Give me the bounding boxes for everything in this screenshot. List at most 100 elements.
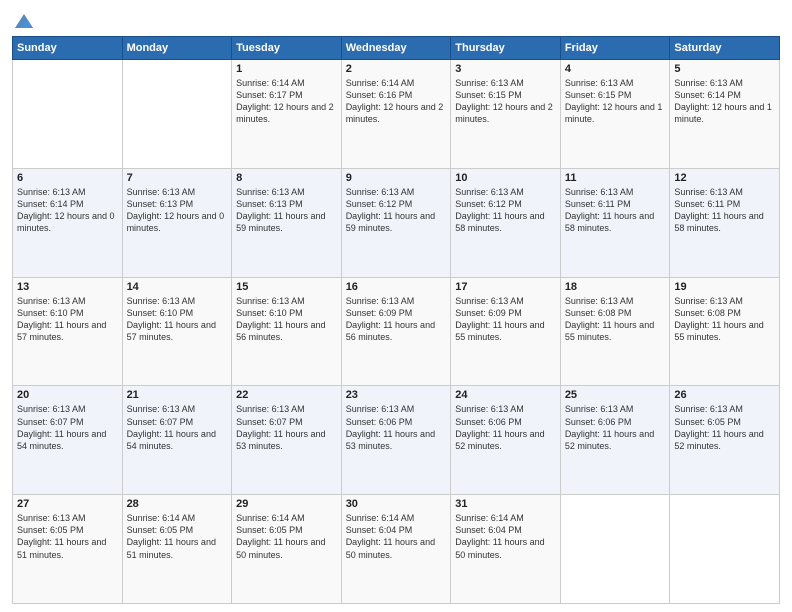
- day-info: Sunrise: 6:13 AMSunset: 6:05 PMDaylight:…: [17, 512, 118, 561]
- calendar-cell: 30 Sunrise: 6:14 AMSunset: 6:04 PMDayligh…: [341, 495, 451, 604]
- day-info: Sunrise: 6:13 AMSunset: 6:06 PMDaylight:…: [455, 403, 556, 452]
- calendar-cell: [122, 60, 232, 169]
- day-info: Sunrise: 6:13 AMSunset: 6:07 PMDaylight:…: [17, 403, 118, 452]
- day-info: Sunrise: 6:13 AMSunset: 6:09 PMDaylight:…: [346, 295, 447, 344]
- day-number: 4: [565, 63, 666, 75]
- day-of-week-header: Wednesday: [341, 37, 451, 60]
- day-number: 2: [346, 63, 447, 75]
- day-info: Sunrise: 6:14 AMSunset: 6:17 PMDaylight:…: [236, 77, 337, 126]
- calendar-cell: 20 Sunrise: 6:13 AMSunset: 6:07 PMDayligh…: [13, 386, 123, 495]
- calendar-week-row: 13Sunrise: 6:13 AMSunset: 6:10 PMDayligh…: [13, 277, 780, 386]
- calendar-cell: [560, 495, 670, 604]
- day-of-week-header: Monday: [122, 37, 232, 60]
- calendar-cell: 8Sunrise: 6:13 AMSunset: 6:13 PMDaylight…: [232, 168, 342, 277]
- calendar-week-row: 20 Sunrise: 6:13 AMSunset: 6:07 PMDayligh…: [13, 386, 780, 495]
- calendar-cell: 9 Sunrise: 6:13 AMSunset: 6:12 PMDaylight…: [341, 168, 451, 277]
- day-of-week-header: Sunday: [13, 37, 123, 60]
- day-info: Sunrise: 6:14 AMSunset: 6:05 PMDaylight:…: [127, 512, 228, 561]
- day-info: Sunrise: 6:13 AMSunset: 6:10 PMDaylight:…: [127, 295, 228, 344]
- day-info: Sunrise: 6:13 AMSunset: 6:10 PMDaylight:…: [17, 295, 118, 344]
- day-number: 11: [565, 172, 666, 184]
- day-info: Sunrise: 6:13 AMSunset: 6:07 PMDaylight:…: [127, 403, 228, 452]
- calendar-cell: 26Sunrise: 6:13 AMSunset: 6:05 PMDayligh…: [670, 386, 780, 495]
- day-info: Sunrise: 6:13 AMSunset: 6:12 PMDaylight:…: [346, 186, 447, 235]
- day-info: Sunrise: 6:13 AMSunset: 6:08 PMDaylight:…: [674, 295, 775, 344]
- calendar-cell: 14 Sunrise: 6:13 AMSunset: 6:10 PMDayligh…: [122, 277, 232, 386]
- calendar-cell: 24 Sunrise: 6:13 AMSunset: 6:06 PMDayligh…: [451, 386, 561, 495]
- calendar-week-row: 1Sunrise: 6:14 AMSunset: 6:17 PMDaylight…: [13, 60, 780, 169]
- day-number: 14: [127, 281, 228, 293]
- day-info: Sunrise: 6:13 AMSunset: 6:06 PMDaylight:…: [346, 403, 447, 452]
- day-info: Sunrise: 6:13 AMSunset: 6:11 PMDaylight:…: [674, 186, 775, 235]
- day-number: 26: [674, 389, 775, 401]
- day-number: 6: [17, 172, 118, 184]
- logo: [12, 10, 35, 30]
- day-number: 25: [565, 389, 666, 401]
- calendar-cell: 3 Sunrise: 6:13 AMSunset: 6:15 PMDaylight…: [451, 60, 561, 169]
- day-info: Sunrise: 6:13 AMSunset: 6:15 PMDaylight:…: [565, 77, 666, 126]
- calendar-cell: 12Sunrise: 6:13 AMSunset: 6:11 PMDayligh…: [670, 168, 780, 277]
- day-header-row: SundayMondayTuesdayWednesdayThursdayFrid…: [13, 37, 780, 60]
- day-info: Sunrise: 6:13 AMSunset: 6:10 PMDaylight:…: [236, 295, 337, 344]
- day-number: 5: [674, 63, 775, 75]
- day-info: Sunrise: 6:13 AMSunset: 6:13 PMDaylight:…: [127, 186, 228, 235]
- calendar-cell: 7Sunrise: 6:13 AMSunset: 6:13 PMDaylight…: [122, 168, 232, 277]
- day-info: Sunrise: 6:14 AMSunset: 6:04 PMDaylight:…: [346, 512, 447, 561]
- day-number: 15: [236, 281, 337, 293]
- day-number: 8: [236, 172, 337, 184]
- day-of-week-header: Thursday: [451, 37, 561, 60]
- calendar-cell: 23 Sunrise: 6:13 AMSunset: 6:06 PMDayligh…: [341, 386, 451, 495]
- calendar-cell: 25 Sunrise: 6:13 AMSunset: 6:06 PMDayligh…: [560, 386, 670, 495]
- day-of-week-header: Friday: [560, 37, 670, 60]
- calendar-cell: 28 Sunrise: 6:14 AMSunset: 6:05 PMDayligh…: [122, 495, 232, 604]
- day-info: Sunrise: 6:13 AMSunset: 6:09 PMDaylight:…: [455, 295, 556, 344]
- calendar-cell: 13Sunrise: 6:13 AMSunset: 6:10 PMDayligh…: [13, 277, 123, 386]
- calendar-cell: 31 Sunrise: 6:14 AMSunset: 6:04 PMDayligh…: [451, 495, 561, 604]
- calendar-cell: 21 Sunrise: 6:13 AMSunset: 6:07 PMDayligh…: [122, 386, 232, 495]
- day-number: 20: [17, 389, 118, 401]
- calendar-cell: 15 Sunrise: 6:13 AMSunset: 6:10 PMDayligh…: [232, 277, 342, 386]
- day-info: Sunrise: 6:13 AMSunset: 6:12 PMDaylight:…: [455, 186, 556, 235]
- day-number: 10: [455, 172, 556, 184]
- day-number: 21: [127, 389, 228, 401]
- day-info: Sunrise: 6:13 AMSunset: 6:11 PMDaylight:…: [565, 186, 666, 235]
- day-number: 30: [346, 498, 447, 510]
- day-number: 3: [455, 63, 556, 75]
- calendar-cell: 19 Sunrise: 6:13 AMSunset: 6:08 PMDayligh…: [670, 277, 780, 386]
- calendar-cell: [13, 60, 123, 169]
- day-info: Sunrise: 6:13 AMSunset: 6:14 PMDaylight:…: [674, 77, 775, 126]
- day-info: Sunrise: 6:14 AMSunset: 6:16 PMDaylight:…: [346, 77, 447, 126]
- day-number: 24: [455, 389, 556, 401]
- day-info: Sunrise: 6:14 AMSunset: 6:05 PMDaylight:…: [236, 512, 337, 561]
- calendar-cell: 16Sunrise: 6:13 AMSunset: 6:09 PMDayligh…: [341, 277, 451, 386]
- calendar-cell: 10 Sunrise: 6:13 AMSunset: 6:12 PMDayligh…: [451, 168, 561, 277]
- day-number: 9: [346, 172, 447, 184]
- day-info: Sunrise: 6:13 AMSunset: 6:06 PMDaylight:…: [565, 403, 666, 452]
- calendar-cell: 11 Sunrise: 6:13 AMSunset: 6:11 PMDayligh…: [560, 168, 670, 277]
- calendar-cell: 4 Sunrise: 6:13 AMSunset: 6:15 PMDaylight…: [560, 60, 670, 169]
- day-number: 29: [236, 498, 337, 510]
- day-info: Sunrise: 6:13 AMSunset: 6:14 PMDaylight:…: [17, 186, 118, 235]
- calendar-cell: 6 Sunrise: 6:13 AMSunset: 6:14 PMDaylight…: [13, 168, 123, 277]
- day-number: 19: [674, 281, 775, 293]
- day-number: 28: [127, 498, 228, 510]
- day-info: Sunrise: 6:13 AMSunset: 6:15 PMDaylight:…: [455, 77, 556, 126]
- day-of-week-header: Saturday: [670, 37, 780, 60]
- day-info: Sunrise: 6:14 AMSunset: 6:04 PMDaylight:…: [455, 512, 556, 561]
- calendar-cell: 22Sunrise: 6:13 AMSunset: 6:07 PMDayligh…: [232, 386, 342, 495]
- page: SundayMondayTuesdayWednesdayThursdayFrid…: [0, 0, 792, 612]
- calendar-week-row: 6 Sunrise: 6:13 AMSunset: 6:14 PMDaylight…: [13, 168, 780, 277]
- logo-icon: [13, 10, 35, 32]
- day-number: 23: [346, 389, 447, 401]
- day-number: 17: [455, 281, 556, 293]
- calendar-cell: 18 Sunrise: 6:13 AMSunset: 6:08 PMDayligh…: [560, 277, 670, 386]
- day-number: 18: [565, 281, 666, 293]
- day-info: Sunrise: 6:13 AMSunset: 6:08 PMDaylight:…: [565, 295, 666, 344]
- day-info: Sunrise: 6:13 AMSunset: 6:07 PMDaylight:…: [236, 403, 337, 452]
- day-number: 27: [17, 498, 118, 510]
- calendar-cell: 1Sunrise: 6:14 AMSunset: 6:17 PMDaylight…: [232, 60, 342, 169]
- calendar-cell: 27 Sunrise: 6:13 AMSunset: 6:05 PMDayligh…: [13, 495, 123, 604]
- calendar-cell: 2 Sunrise: 6:14 AMSunset: 6:16 PMDaylight…: [341, 60, 451, 169]
- day-number: 31: [455, 498, 556, 510]
- calendar-cell: 29 Sunrise: 6:14 AMSunset: 6:05 PMDayligh…: [232, 495, 342, 604]
